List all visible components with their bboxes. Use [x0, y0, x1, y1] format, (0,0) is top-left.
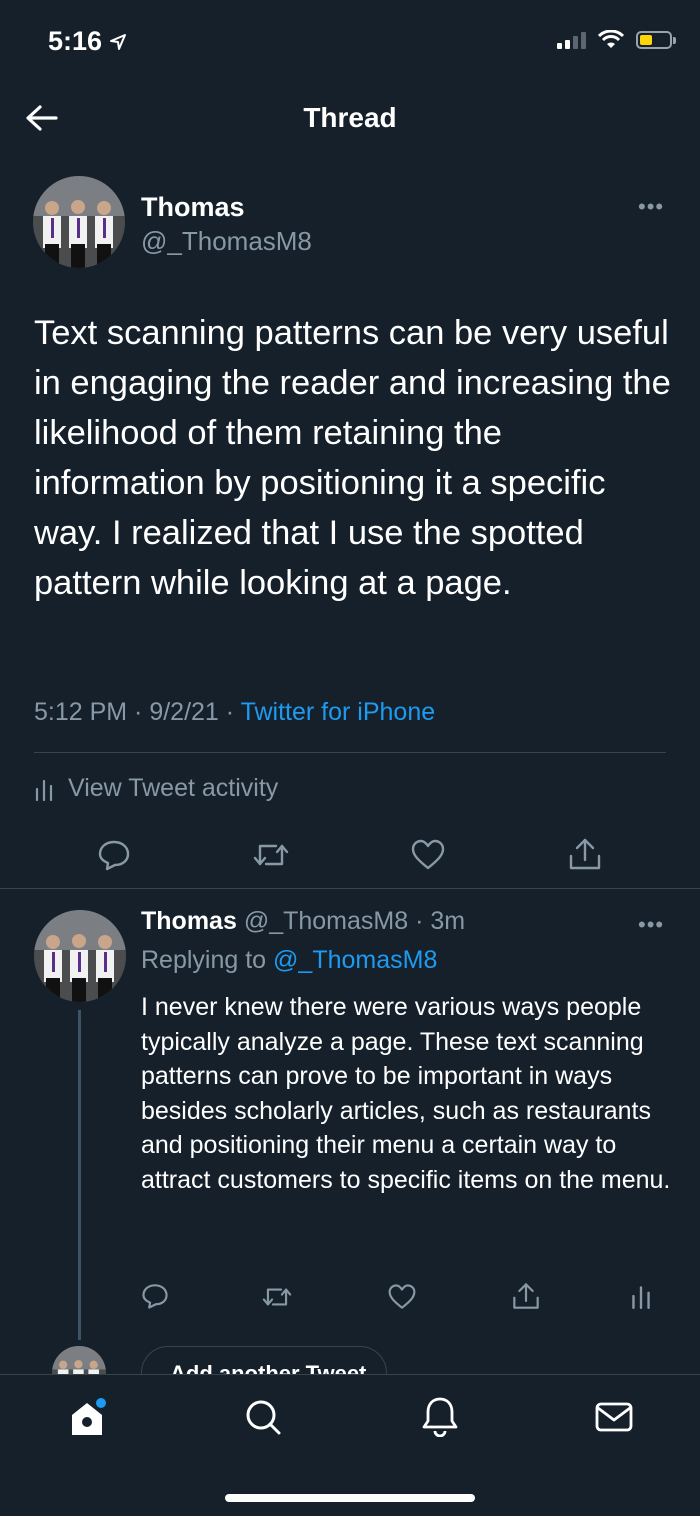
tweet-date: 9/2/21: [149, 698, 219, 726]
share-icon[interactable]: [567, 836, 603, 872]
reply-header: Thomas @_ThomasM8 · 3m: [141, 907, 465, 936]
avatar[interactable]: [34, 910, 126, 1002]
signal-icon: [557, 31, 586, 49]
retweet-icon[interactable]: [252, 838, 290, 872]
mail-icon: [595, 1402, 633, 1432]
avatar[interactable]: [33, 176, 125, 268]
location-arrow-icon: [110, 33, 127, 50]
tweet-meta: 5:12 PM · 9/2/21 · Twitter for iPhone: [34, 698, 435, 727]
like-icon[interactable]: [387, 1283, 417, 1311]
author-name[interactable]: Thomas: [141, 192, 245, 223]
meta-separator: ·: [218, 698, 241, 726]
meta-separator: ·: [408, 907, 431, 935]
reply-icon[interactable]: [141, 1282, 169, 1310]
reply-author-handle[interactable]: @_ThomasM8: [244, 907, 408, 935]
tab-messages[interactable]: [594, 1399, 634, 1435]
avatar-photo: [34, 910, 126, 1002]
view-tweet-activity[interactable]: View Tweet activity: [34, 774, 278, 803]
replying-to-link[interactable]: @_ThomasM8: [273, 946, 437, 974]
tab-home[interactable]: [66, 1395, 112, 1441]
more-options-icon[interactable]: •••: [638, 194, 664, 220]
analytics-icon[interactable]: [630, 1282, 652, 1310]
tab-search[interactable]: [243, 1397, 283, 1437]
reply-icon[interactable]: [97, 838, 131, 872]
meta-separator: ·: [127, 698, 150, 726]
tweet-time: 5:12 PM: [34, 698, 128, 726]
share-icon[interactable]: [511, 1281, 541, 1311]
replying-to: Replying to @_ThomasM8: [141, 946, 437, 975]
page-title: Thread: [303, 102, 397, 133]
analytics-icon: [35, 779, 53, 801]
reply-text: I never knew there were various ways peo…: [141, 993, 671, 1194]
battery-icon: [636, 31, 676, 49]
author-handle[interactable]: @_ThomasM8: [141, 226, 312, 257]
search-icon: [246, 1400, 281, 1435]
reply-author-name[interactable]: Thomas: [141, 907, 237, 935]
divider: [34, 752, 666, 753]
activity-label: View Tweet activity: [68, 774, 279, 802]
home-icon: [72, 1398, 106, 1435]
tab-notifications[interactable]: [420, 1395, 460, 1437]
reply-age: 3m: [430, 907, 466, 935]
wifi-icon: [598, 30, 624, 48]
tweet-text: Text scanning patterns can be very usefu…: [34, 314, 671, 602]
tweet-source-link[interactable]: Twitter for iPhone: [241, 698, 436, 726]
retweet-icon[interactable]: [261, 1283, 293, 1311]
replying-label: Replying to: [141, 946, 267, 974]
more-options-icon[interactable]: •••: [638, 912, 664, 938]
divider: [0, 888, 700, 889]
like-icon[interactable]: [410, 838, 446, 872]
home-indicator: [225, 1494, 475, 1502]
status-time-text: 5:16: [48, 26, 103, 56]
thread-connector: [78, 1010, 81, 1340]
bell-icon: [422, 1397, 458, 1437]
status-time: 5:16: [48, 26, 128, 57]
avatar-photo: [33, 176, 125, 268]
status-icons: [557, 30, 676, 50]
